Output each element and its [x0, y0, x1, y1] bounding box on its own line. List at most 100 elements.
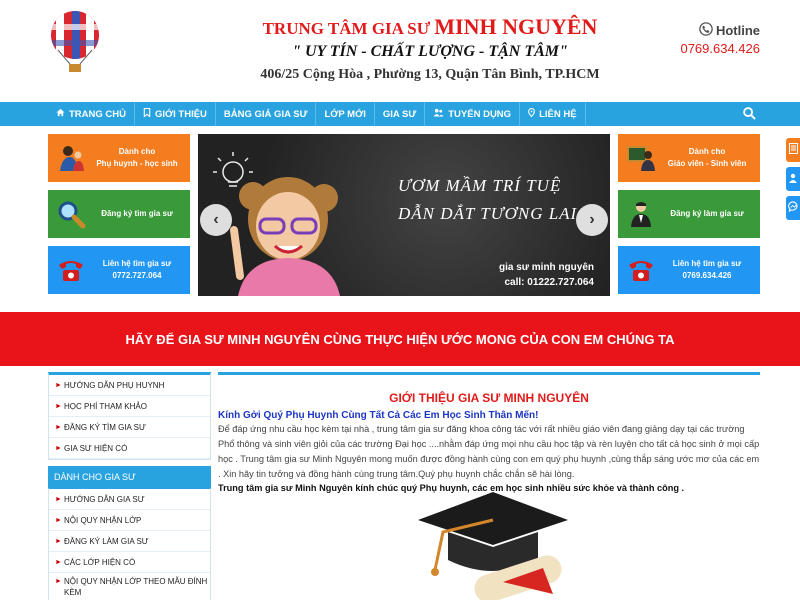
tile-phone: 0769.634.426 [682, 271, 732, 280]
site-title[interactable]: TRUNG TÂM GIA SƯ MINH NGUYÊN [250, 14, 610, 40]
graduation-cap-image [413, 490, 573, 600]
slider-prev-button[interactable]: ‹ [200, 204, 232, 236]
address: 406/25 Cộng Hòa , Phường 13, Quận Tân Bì… [260, 67, 600, 82]
tile-line: Dành cho [688, 147, 726, 156]
hot-air-balloon-logo[interactable] [48, 10, 102, 76]
bullet-icon: ► [55, 495, 62, 503]
nav-label: LIÊN HỆ [539, 108, 577, 120]
sidebar-item-label: ĐĂNG KÝ TÌM GIA SƯ [64, 422, 146, 432]
tile-for-parents[interactable]: Dành cho Phụ huynh - học sinh [48, 134, 190, 182]
nav-label: LỚP MỚI [324, 108, 366, 120]
intro-paragraph: Để đáp ứng nhu cầu học kèm tại nhà , tru… [218, 424, 760, 479]
slider-next-button[interactable]: › [576, 204, 608, 236]
sidebar-item-label: HỌC PHÍ THAM KHẢO [64, 401, 147, 411]
tile-become-tutor[interactable]: Đăng ký làm gia sư [618, 190, 760, 238]
home-icon [56, 108, 65, 120]
sidebar-tutor-menu: ► HƯỚNG DẪN GIA SƯ ► NỘI QUY NHẬN LỚP ► ĐĂN… [48, 488, 211, 600]
hotline[interactable]: Hotline 0769.634.426 [680, 22, 760, 56]
promo-banner: HÃY ĐỂ GIA SƯ MINH NGUYÊN CÙNG THỰC HIỆN… [0, 312, 800, 366]
bullet-icon: ► [55, 423, 62, 431]
chevron-right-icon: › [589, 211, 595, 228]
tile-for-teachers[interactable]: Dành cho Giáo viên - Sinh viên [618, 134, 760, 182]
hero-slider[interactable]: ƯƠM MẦM TRÍ TUỆ DẪN DẮT TƯƠNG LAI gia sư… [198, 134, 610, 296]
nav-label: GIA SƯ [382, 108, 417, 120]
parent-student-icon [54, 141, 88, 175]
slide-caption: call: 01222.727.064 [504, 277, 594, 288]
nav-home[interactable]: TRANG CHỦ [48, 102, 135, 126]
site-header: TRUNG TÂM GIA SƯ MINH NGUYÊN " UY TÍN - … [0, 0, 800, 102]
user-icon [788, 170, 798, 188]
nav-label: GIỚI THIỆU [155, 108, 207, 120]
sidebar-item-label: ĐĂNG KÝ LÀM GIA SƯ [64, 536, 149, 546]
sidebar-item-class-rules[interactable]: ► NỘI QUY NHẬN LỚP [49, 510, 210, 531]
sidebar-item-label: GIA SƯ HIỆN CÓ [64, 443, 128, 453]
sidebar-item-label: HƯỚNG DẪN PHỤ HUYNH [64, 380, 165, 390]
bullet-icon: ► [55, 558, 62, 566]
sidebar-item-tuition[interactable]: ► HỌC PHÍ THAM KHẢO [49, 396, 210, 417]
tile-line: Đăng ký tìm gia sư [101, 209, 173, 218]
site-title-prefix: TRUNG TÂM GIA SƯ [262, 19, 431, 38]
sidebar-item-register-tutor[interactable]: ► ĐĂNG KÝ LÀM GIA SƯ [49, 531, 210, 552]
tile-find-tutor[interactable]: Đăng ký tìm gia sư [48, 190, 190, 238]
nav-label: BẢNG GIÁ GIA SƯ [223, 108, 308, 120]
search-icon[interactable] [743, 107, 756, 120]
nav-new-classes[interactable]: LỚP MỚI [316, 102, 375, 126]
bookmark-icon [143, 107, 151, 120]
main-nav: TRANG CHỦ GIỚI THIỆU BẢNG GIÁ GIA SƯ LỚP… [0, 102, 800, 126]
users-icon [433, 108, 444, 120]
slide-caption: gia sư minh nguyên [498, 262, 594, 273]
sidebar-item-tutor-guide[interactable]: ► HƯỚNG DẪN GIA SƯ [49, 489, 210, 510]
tile-line: Dành cho [118, 147, 156, 156]
main-content: GIỚI THIỆU GIA SƯ MINH NGUYÊN Kính Gởi Q… [218, 372, 760, 600]
floating-messenger-button[interactable] [786, 196, 800, 220]
magnifier-icon [54, 197, 88, 231]
nav-pricing[interactable]: BẢNG GIÁ GIA SƯ [216, 102, 317, 126]
tile-contact-find-tutor[interactable]: Liên hệ tìm gia sư 0772.727.064 [48, 246, 190, 294]
sidebar-item-label: NỘI QUY NHẬN LỚP THEO MẪU ĐÍNH KÈM [64, 577, 208, 597]
slide-headline: DẪN DẮT TƯƠNG LAI [398, 204, 578, 223]
bullet-icon: ► [55, 402, 62, 410]
nav-recruitment[interactable]: TUYỂN DỤNG [425, 102, 521, 126]
slogan: " UY TÍN - CHẤT LƯỢNG - TẬN TÂM" [292, 43, 568, 60]
bullet-icon: ► [55, 516, 62, 524]
tile-contact-tutor[interactable]: Liên hệ tìm gia sư 0769.634.426 [618, 246, 760, 294]
section-title: GIỚI THIỆU GIA SƯ MINH NGUYÊN [389, 391, 589, 405]
nav-label: TRANG CHỦ [69, 108, 126, 120]
floating-document-button[interactable] [786, 138, 800, 162]
hotline-number[interactable]: 0769.634.426 [680, 41, 760, 56]
nav-tutors[interactable]: GIA SƯ [375, 102, 426, 126]
bullet-icon: ► [55, 537, 62, 545]
site-title-name: MINH NGUYÊN [434, 14, 598, 39]
floating-user-button[interactable] [786, 167, 800, 191]
telephone-icon [54, 253, 88, 287]
telephone-icon [624, 253, 658, 287]
sidebar-item-parent-guide[interactable]: ► HƯỚNG DẪN PHỤ HUYNH [49, 375, 210, 396]
bullet-icon: ► [55, 578, 62, 585]
tutor-icon [624, 197, 658, 231]
section-divider [218, 372, 760, 375]
tile-line: Liên hệ tìm gia sư [102, 259, 172, 268]
nav-about[interactable]: GIỚI THIỆU [135, 102, 216, 126]
phone-icon [699, 22, 713, 39]
sidebar-item-class-rules-attachment[interactable]: ► NỘI QUY NHẬN LỚP THEO MẪU ĐÍNH KÈM [49, 573, 210, 600]
banner-text: HÃY ĐỂ GIA SƯ MINH NGUYÊN CÙNG THỰC HIỆN… [125, 331, 675, 347]
sidebar-tutor-heading: DÀNH CHO GIA SƯ [48, 466, 211, 488]
bullet-icon: ► [55, 381, 62, 389]
sidebar-item-request-tutor[interactable]: ► ĐĂNG KÝ TÌM GIA SƯ [49, 417, 210, 438]
sidebar-item-label: CÁC LỚP HIỆN CÓ [64, 557, 136, 567]
nav-contact[interactable]: LIÊN HỆ [520, 102, 586, 126]
document-icon [788, 141, 798, 159]
messenger-icon [787, 199, 799, 217]
sidebar-item-available-classes[interactable]: ► CÁC LỚP HIỆN CÓ [49, 552, 210, 573]
nav-label: TUYỂN DỤNG [448, 108, 512, 120]
chevron-left-icon: ‹ [213, 211, 219, 228]
slide-headline: ƯƠM MẦM TRÍ TUỆ [398, 176, 562, 195]
tile-line: Giáo viên - Sinh viên [667, 159, 747, 168]
tile-line: Đăng ký làm gia sư [670, 209, 744, 218]
tile-line: Phụ huynh - học sinh [96, 159, 178, 168]
sidebar: ► HƯỚNG DẪN PHỤ HUYNH ► HỌC PHÍ THAM KHẢO … [48, 372, 211, 600]
sidebar-item-label: NỘI QUY NHẬN LỚP [64, 515, 142, 525]
brand-block: TRUNG TÂM GIA SƯ MINH NGUYÊN " UY TÍN - … [250, 14, 610, 83]
teacher-icon [624, 141, 658, 175]
sidebar-item-available-tutors[interactable]: ► GIA SƯ HIỆN CÓ [49, 438, 210, 459]
